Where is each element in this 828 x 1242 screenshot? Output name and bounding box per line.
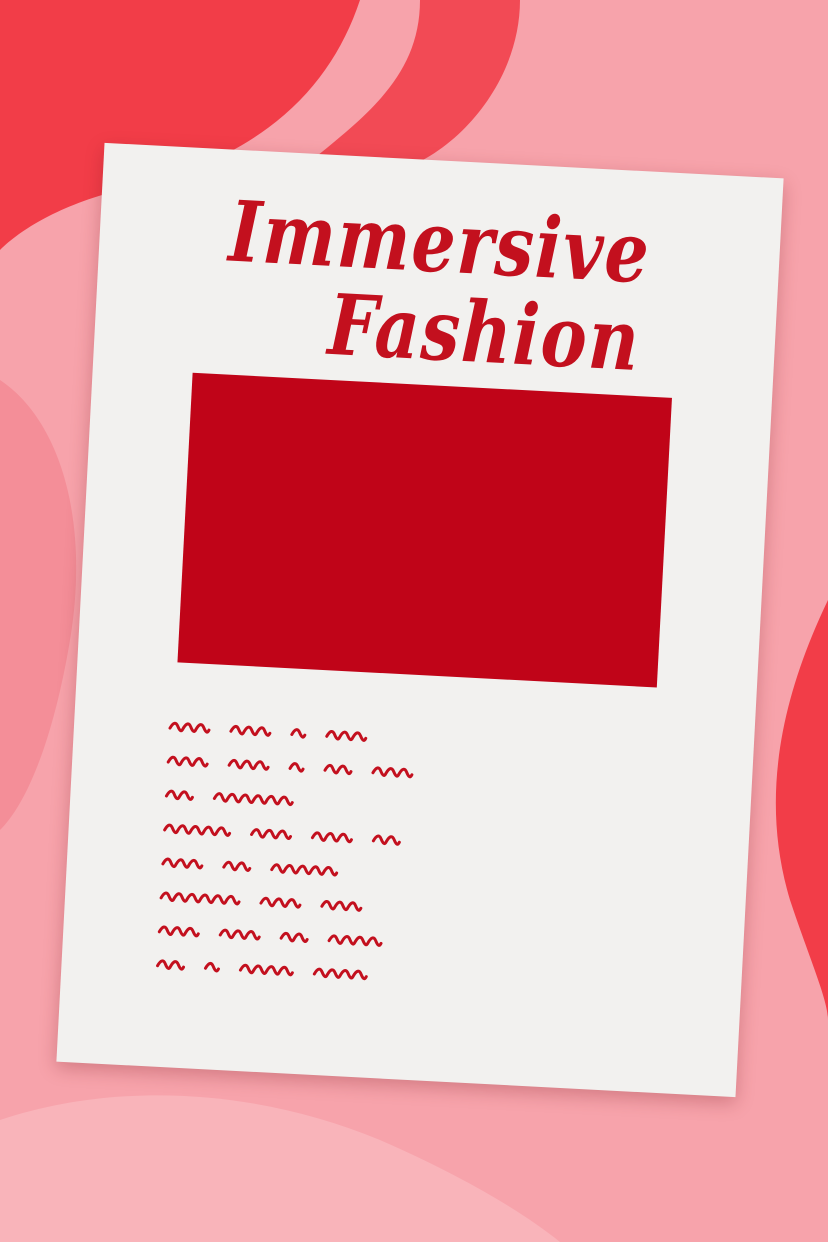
squiggle-word	[227, 758, 270, 771]
squiggle-word	[290, 728, 307, 739]
poster-sheet: Immersive Fashion	[56, 142, 784, 1098]
squiggle-word	[371, 766, 414, 779]
placeholder-body-text	[156, 721, 414, 981]
squiggle-word	[320, 899, 363, 912]
squiggle-word	[310, 831, 353, 844]
squiggle-word	[157, 925, 200, 938]
squiggle-word	[250, 828, 292, 840]
squiggle-word	[270, 863, 339, 877]
squiggle-word	[323, 763, 353, 776]
squiggle-word	[163, 823, 232, 837]
squiggle-word	[168, 721, 211, 734]
squiggle-word	[164, 789, 194, 801]
squiggle-word	[166, 755, 209, 768]
poster-scene: Immersive Fashion	[0, 0, 828, 1242]
squiggle-word	[325, 730, 368, 742]
squiggle-word	[218, 928, 261, 941]
squiggle-word	[203, 961, 220, 973]
squiggle-word	[238, 963, 294, 977]
squiggle-word	[327, 934, 383, 947]
squiggle-word	[229, 724, 272, 737]
squiggle-word	[156, 959, 186, 971]
squiggle-word	[288, 762, 305, 773]
squiggle-word	[371, 834, 401, 846]
squiggle-word	[279, 931, 309, 943]
poster-title: Immersive Fashion	[93, 181, 781, 392]
squiggle-word	[222, 860, 252, 872]
image-placeholder-block	[177, 372, 672, 688]
squiggle-word	[161, 857, 204, 870]
squiggle-word	[212, 792, 294, 807]
squiggle-word	[259, 896, 302, 909]
squiggle-word	[159, 891, 241, 906]
squiggle-word	[312, 967, 368, 981]
